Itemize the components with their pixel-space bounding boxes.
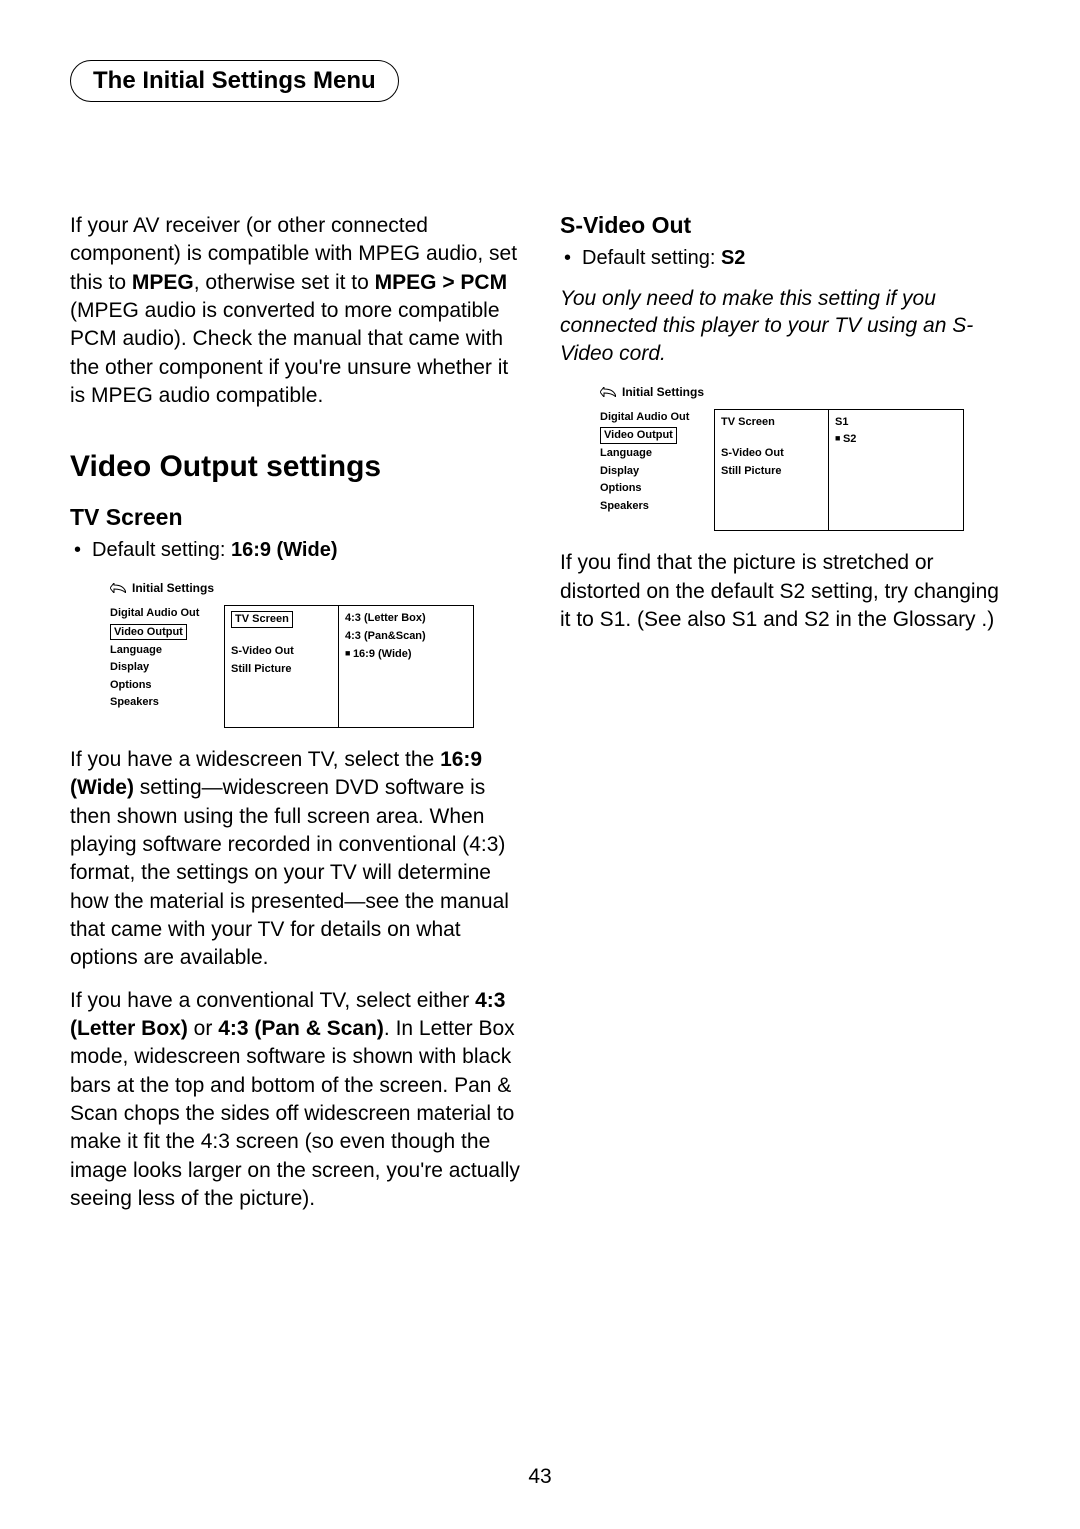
widescreen-paragraph: If you have a widescreen TV, select the …	[70, 746, 520, 973]
left-column: If your AV receiver (or other connected …	[70, 212, 520, 1227]
text: If you have a widescreen TV, select the	[70, 748, 440, 771]
settings-opt: Still Picture	[231, 661, 332, 679]
conventional-tv-paragraph: If you have a conventional TV, select ei…	[70, 987, 520, 1214]
settings-cat: Video Output	[600, 426, 708, 445]
settings-mid-list: TV Screen S-Video Out Still Picture	[224, 605, 338, 728]
text: or	[188, 1017, 218, 1040]
text: If you have a conventional TV, select ei…	[70, 989, 475, 1012]
settings-cat-selected: Video Output	[110, 624, 187, 640]
settings-val-selected: 16:9 (Wide)	[345, 646, 467, 664]
settings-val: S1	[835, 414, 957, 432]
settings-val-selected: S2	[835, 431, 957, 449]
default-setting-list: Default setting: S2	[560, 245, 1010, 271]
svideo-paragraph: If you find that the picture is stretche…	[560, 549, 1010, 634]
settings-cat: Language	[600, 445, 708, 463]
settings-cat: Speakers	[110, 694, 218, 712]
settings-cat-selected: Video Output	[600, 427, 677, 443]
svideo-heading: S-Video Out	[560, 212, 1010, 239]
settings-val: 4:3 (Pan&Scan)	[345, 628, 467, 646]
settings-cat: Digital Audio Out	[600, 409, 708, 427]
text: . In Letter Box mode, widescreen softwar…	[70, 1017, 520, 1210]
settings-opt-selected: TV Screen	[231, 611, 293, 627]
settings-cat: Language	[110, 642, 218, 660]
default-setting-item: Default setting: 16:9 (Wide)	[92, 537, 520, 563]
settings-left-list: Digital Audio Out Video Output Language …	[104, 605, 224, 728]
default-setting-item: Default setting: S2	[582, 245, 1010, 271]
right-column: S-Video Out Default setting: S2 You only…	[560, 212, 1010, 1227]
settings-mid-list: TV Screen S-Video Out Still Picture	[714, 409, 828, 532]
back-arrow-icon	[600, 387, 616, 397]
settings-opt: TV Screen	[231, 610, 332, 629]
settings-opt: TV Screen	[721, 414, 822, 432]
settings-panel-title: Initial Settings	[132, 581, 214, 595]
settings-opt: S-Video Out	[721, 445, 822, 463]
settings-cat: Digital Audio Out	[110, 605, 218, 623]
tv-screen-heading: TV Screen	[70, 504, 520, 531]
settings-panel-header: Initial Settings	[594, 381, 964, 409]
settings-right-list: 4:3 (Letter Box) 4:3 (Pan&Scan) 16:9 (Wi…	[338, 605, 474, 728]
settings-left-list: Digital Audio Out Video Output Language …	[594, 409, 714, 532]
page-number: 43	[0, 1465, 1080, 1489]
settings-panel-title: Initial Settings	[622, 385, 704, 399]
spacer	[231, 629, 332, 643]
text: Default setting:	[582, 247, 721, 269]
settings-cat: Options	[600, 480, 708, 498]
content-columns: If your AV receiver (or other connected …	[70, 212, 1010, 1227]
settings-panel-svideo: Initial Settings Digital Audio Out Video…	[594, 381, 964, 532]
spacer	[721, 431, 822, 445]
text-bold: MPEG	[132, 271, 194, 294]
settings-panel-header: Initial Settings	[104, 577, 474, 605]
mpeg-paragraph: If your AV receiver (or other connected …	[70, 212, 520, 410]
settings-cat: Options	[110, 677, 218, 695]
settings-opt: S-Video Out	[231, 643, 332, 661]
settings-right-list: S1 S2	[828, 409, 964, 532]
settings-cat: Display	[600, 463, 708, 481]
text-bold: MPEG > PCM	[375, 271, 507, 294]
settings-panel-tvscreen: Initial Settings Digital Audio Out Video…	[104, 577, 474, 728]
settings-val: 4:3 (Letter Box)	[345, 610, 467, 628]
video-output-heading: Video Output settings	[70, 450, 520, 484]
text: , otherwise set it to	[194, 271, 375, 294]
settings-cat: Display	[110, 659, 218, 677]
settings-panel-body: Digital Audio Out Video Output Language …	[594, 409, 964, 532]
text-bold: 4:3 (Pan & Scan)	[218, 1017, 384, 1040]
default-setting-list: Default setting: 16:9 (Wide)	[70, 537, 520, 563]
section-tab: The Initial Settings Menu	[70, 60, 399, 102]
settings-cat: Speakers	[600, 498, 708, 516]
text-bold: 16:9 (Wide)	[231, 539, 338, 561]
settings-opt: Still Picture	[721, 463, 822, 481]
back-arrow-icon	[110, 583, 126, 593]
text: (MPEG audio is converted to more compati…	[70, 299, 508, 407]
text-bold: S2	[721, 247, 745, 269]
text: setting—widescreen DVD software is then …	[70, 776, 509, 969]
settings-cat: Video Output	[110, 623, 218, 642]
text: Default setting:	[92, 539, 231, 561]
svideo-note: You only need to make this setting if yo…	[560, 285, 1010, 367]
settings-panel-body: Digital Audio Out Video Output Language …	[104, 605, 474, 728]
